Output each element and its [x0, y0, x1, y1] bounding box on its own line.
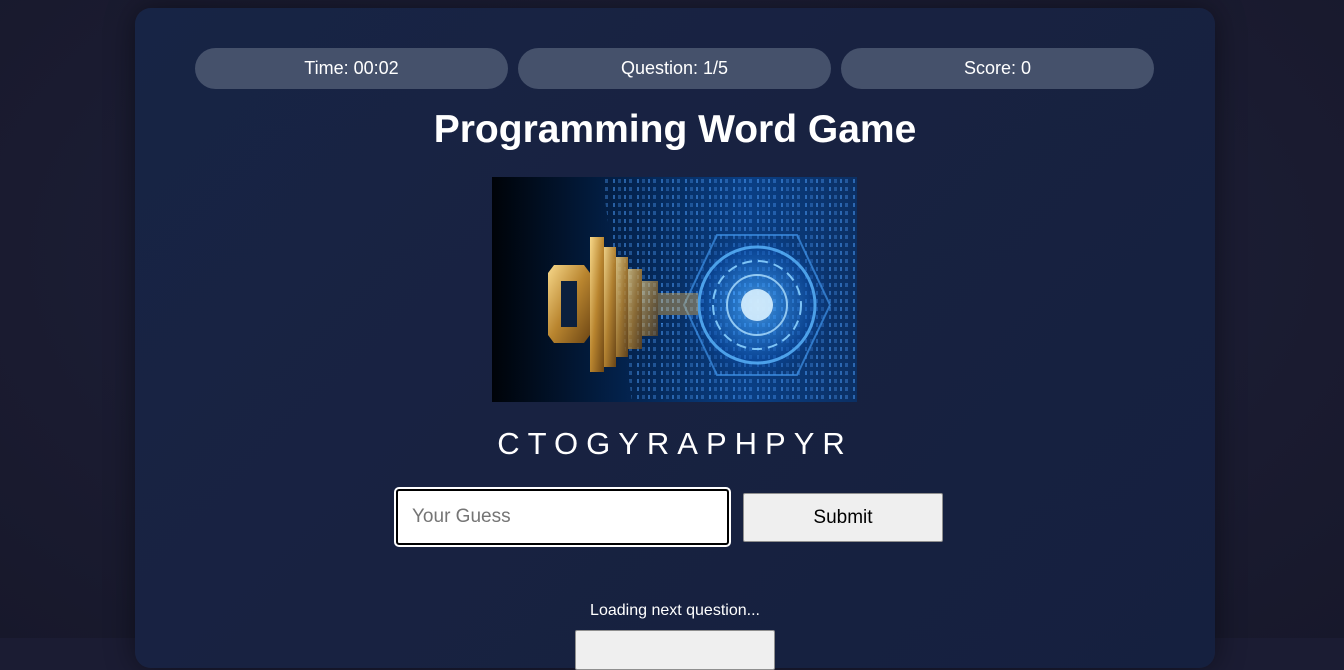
submit-button[interactable]: Submit	[743, 493, 943, 542]
score-badge: Score: 0	[841, 48, 1154, 89]
digital-key-icon	[492, 177, 857, 402]
scrambled-word: CTOGYRAPHPYR	[497, 426, 853, 461]
loading-status: Loading next question...	[590, 602, 760, 619]
stats-bar: Time: 00:02 Question: 1/5 Score: 0	[195, 48, 1154, 89]
question-image	[492, 177, 857, 402]
guess-input[interactable]	[394, 487, 731, 547]
question-counter-badge: Question: 1/5	[518, 48, 831, 89]
game-title: Programming Word Game	[433, 108, 917, 151]
timer-badge: Time: 00:02	[195, 48, 508, 89]
game-card: Time: 00:02 Question: 1/5 Score: 0 Progr…	[135, 8, 1215, 670]
next-question-button[interactable]	[575, 630, 775, 670]
